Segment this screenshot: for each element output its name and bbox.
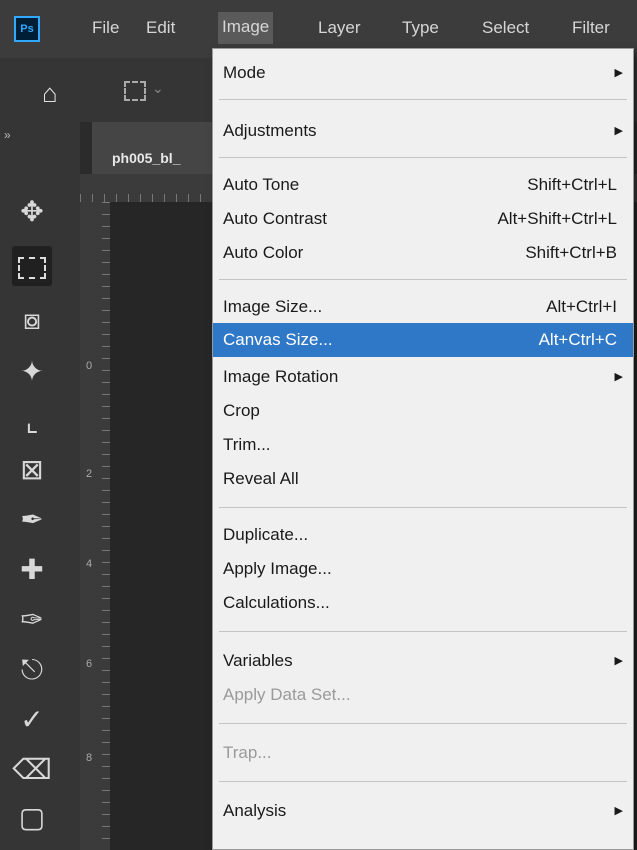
menu-type[interactable]: Type [402, 18, 439, 38]
eraser-tool-icon[interactable]: ⌫ [12, 750, 52, 790]
gradient-tool-icon[interactable]: ▢ [12, 798, 52, 838]
frame-tool-icon[interactable]: ⊠ [12, 450, 52, 490]
ruler-label: 4 [86, 558, 93, 570]
vertical-ruler[interactable] [80, 202, 111, 850]
ruler-label: 8 [86, 752, 93, 764]
menu-item-auto-color[interactable]: Auto Color Shift+Ctrl+B [213, 235, 633, 271]
lasso-tool-icon[interactable]: ⧇ [12, 300, 52, 340]
magic-wand-tool-icon[interactable]: ✦ [12, 352, 52, 392]
eyedropper-tool-icon[interactable]: ✒ [12, 500, 52, 540]
menu-image[interactable]: Image [218, 12, 274, 44]
photoshop-logo[interactable]: Ps [14, 16, 40, 42]
menu-separator [219, 781, 627, 782]
menu-item-auto-contrast[interactable]: Auto Contrast Alt+Shift+Ctrl+L [213, 201, 633, 237]
menu-item-analysis[interactable]: Analysis ▶ [213, 793, 633, 829]
menu-item-canvas-size[interactable]: Canvas Size... Alt+Ctrl+C [213, 323, 633, 357]
ruler-label: 6 [86, 658, 93, 670]
submenu-arrow-icon: ▶ [614, 67, 623, 79]
menu-item-duplicate[interactable]: Duplicate... [213, 517, 633, 553]
ruler-label: 0 [86, 360, 93, 372]
brush-tool-icon[interactable]: ✑ [12, 600, 52, 640]
menu-separator [219, 723, 627, 724]
menu-item-mode[interactable]: Mode ▶ [213, 55, 633, 91]
move-tool-icon[interactable]: ✥ [12, 192, 52, 232]
menu-filter[interactable]: Filter [572, 18, 610, 38]
crop-tool-icon[interactable]: ⌞ [12, 402, 52, 442]
menu-select[interactable]: Select [482, 18, 529, 38]
menu-separator [219, 631, 627, 632]
image-menu-dropdown: Mode ▶ Adjustments ▶ Auto Tone Shift+Ctr… [212, 48, 634, 850]
menu-edit[interactable]: Edit [146, 18, 175, 38]
menu-separator [219, 507, 627, 508]
collapse-panel-icon[interactable]: » [4, 128, 11, 142]
submenu-arrow-icon: ▶ [614, 371, 623, 383]
menu-item-image-size[interactable]: Image Size... Alt+Ctrl+I [213, 289, 633, 325]
menu-item-auto-tone[interactable]: Auto Tone Shift+Ctrl+L [213, 167, 633, 203]
menu-separator [219, 157, 627, 158]
submenu-arrow-icon: ▶ [614, 655, 623, 667]
menu-file[interactable]: File [92, 18, 119, 38]
home-icon[interactable]: ⌂ [42, 78, 58, 109]
menu-item-apply-data-set[interactable]: Apply Data Set... [213, 677, 633, 713]
history-brush-tool-icon[interactable]: ✓ [12, 700, 52, 740]
menu-item-adjustments[interactable]: Adjustments ▶ [213, 113, 633, 149]
menu-item-crop[interactable]: Crop [213, 393, 633, 429]
menu-separator [219, 279, 627, 280]
menu-item-image-rotation[interactable]: Image Rotation ▶ [213, 359, 633, 395]
menu-item-variables[interactable]: Variables ▶ [213, 643, 633, 679]
marquee-options-icon[interactable] [124, 81, 146, 101]
menu-layer[interactable]: Layer [318, 18, 361, 38]
menu-item-calculations[interactable]: Calculations... [213, 585, 633, 621]
chevron-down-icon[interactable]: ⌄ [152, 80, 164, 97]
menu-item-trim[interactable]: Trim... [213, 427, 633, 463]
healing-brush-tool-icon[interactable]: ✚ [12, 550, 52, 590]
menu-item-reveal-all[interactable]: Reveal All [213, 461, 633, 497]
ruler-label: 2 [86, 468, 93, 480]
menu-item-trap[interactable]: Trap... [213, 735, 633, 771]
submenu-arrow-icon: ▶ [614, 805, 623, 817]
submenu-arrow-icon: ▶ [614, 125, 623, 137]
menu-separator [219, 99, 627, 100]
menu-item-apply-image[interactable]: Apply Image... [213, 551, 633, 587]
rectangular-marquee-tool-icon[interactable] [12, 246, 52, 286]
tools-panel: » ✥ ⧇ ✦ ⌞ ⊠ ✒ ✚ ✑ ⎋ ✓ ⌫ ▢ [0, 122, 81, 850]
clone-stamp-tool-icon[interactable]: ⎋ [12, 650, 52, 690]
